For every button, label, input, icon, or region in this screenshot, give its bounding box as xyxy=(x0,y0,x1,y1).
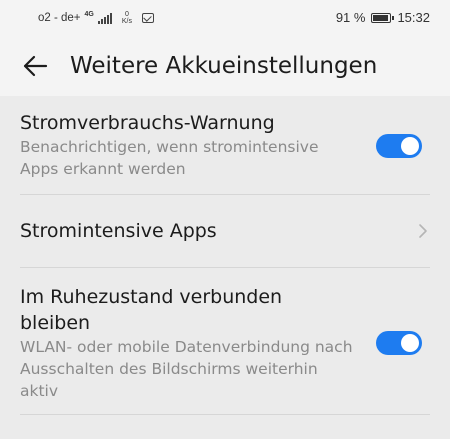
setting-power-warning-title: Stromverbrauchs-Warnung xyxy=(20,112,275,134)
toggle-knob xyxy=(401,137,419,155)
setting-stay-connected-subtitle: WLAN- oder mobile Datenverbindung nach A… xyxy=(20,338,353,400)
chevron-right-icon xyxy=(419,224,427,238)
divider xyxy=(20,267,430,268)
setting-power-intensive-apps[interactable]: Stromintensive Apps xyxy=(20,218,430,244)
signal-icon xyxy=(97,12,112,24)
speed-unit: K/s xyxy=(121,18,132,25)
battery-icon xyxy=(371,12,395,23)
page-title: Weitere Akkueinstellungen xyxy=(70,53,378,79)
battery-percent: 91 % xyxy=(335,10,366,25)
status-bar: o2 - de+ 4G 0 K/s 91 % 15:32 xyxy=(0,0,450,36)
settings-list: Stromverbrauchs-Warnung Benachrichtigen,… xyxy=(0,96,450,439)
power-warning-toggle[interactable] xyxy=(376,134,422,158)
setting-power-warning-subtitle: Benachrichtigen, wenn stromintensive App… xyxy=(20,138,319,178)
network-type: 4G xyxy=(84,10,94,18)
setting-stay-connected[interactable]: Im Ruhezustand verbunden bleiben WLAN- o… xyxy=(20,284,430,402)
divider xyxy=(20,414,430,415)
setting-stay-connected-title: Im Ruhezustand verbunden bleiben xyxy=(20,286,283,334)
setting-power-warning[interactable]: Stromverbrauchs-Warnung Benachrichtigen,… xyxy=(20,110,430,180)
toggle-knob xyxy=(401,334,419,352)
clock: 15:32 xyxy=(397,10,430,25)
stay-connected-toggle[interactable] xyxy=(376,331,422,355)
mail-notification-icon xyxy=(142,13,154,23)
speed-value: 0 xyxy=(124,11,129,18)
carrier-name: o2 - de+ xyxy=(38,12,81,24)
status-right: 91 % 15:32 xyxy=(336,10,430,25)
divider xyxy=(20,194,430,195)
status-left: o2 - de+ 4G 0 K/s xyxy=(38,11,154,25)
back-arrow-icon[interactable] xyxy=(22,54,48,78)
network-speed: 0 K/s xyxy=(122,11,132,25)
app-bar: Weitere Akkueinstellungen xyxy=(0,36,450,96)
setting-power-intensive-apps-title: Stromintensive Apps xyxy=(20,220,217,242)
